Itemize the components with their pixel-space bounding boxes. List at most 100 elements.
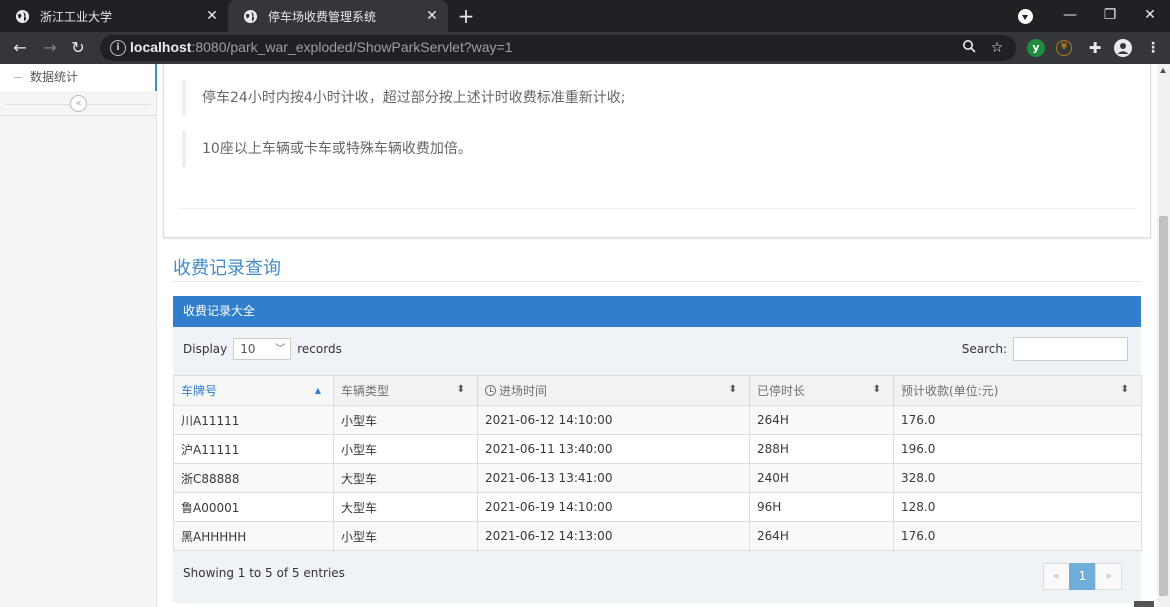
scroll-up-arrow-icon[interactable] [1160,68,1166,73]
table-info: Showing 1 to 5 of 5 entries [183,566,345,580]
fee-rules-panel: 停车24小时内按4小时计收，超过部分按上述计时收费标准重新计收; 10座以上车辆… [163,64,1151,238]
browser-tab-parking[interactable]: 停车场收费管理系统 ✕ [228,0,448,32]
extension-coin-icon[interactable]: ¥ [1056,40,1072,56]
records-label: records [297,342,342,356]
sort-asc-icon: ▲ [314,386,321,395]
search-label: Search: [961,342,1007,356]
cell-duration: 264H [749,521,894,551]
cell-vehicle-type: 小型车 [333,521,478,551]
records-widget: 收费记录大全 Display 10 ﹀ records Search: 车牌号 … [173,296,1142,603]
window-close-icon[interactable]: ✕ [1130,0,1170,32]
page-size-select[interactable]: 10 ﹀ [233,338,292,360]
close-tab-icon[interactable]: ✕ [424,8,440,24]
cell-fee: 128.0 [893,492,1142,522]
tab-search-icon[interactable] [1018,9,1033,24]
cell-entry-time: 2021-06-11 13:40:00 [477,434,750,464]
column-header-vehicle-type[interactable]: 车辆类型 ⬍ [333,375,478,406]
cell-plate: 浙C88888 [173,463,334,493]
cell-duration: 240H [749,463,894,493]
cell-fee: 176.0 [893,405,1142,435]
cell-fee: 176.0 [893,521,1142,551]
cell-fee: 196.0 [893,434,1142,464]
cell-duration: 288H [749,434,894,464]
scrollbar-thumb[interactable] [1159,216,1168,596]
profile-avatar-icon[interactable] [1114,39,1132,57]
section-divider [173,281,1141,282]
pagination-next-button[interactable]: » [1095,563,1122,590]
back-arrow-icon[interactable]: ← [10,38,30,58]
cell-entry-time: 2021-06-12 14:10:00 [477,405,750,435]
column-header-duration[interactable]: 已停时长 ⬍ [749,375,894,406]
sidebar-item-statistics[interactable]: 数据统计 [0,64,157,91]
panel-divider [178,208,1136,209]
chevron-down-icon: ﹀ [275,344,286,355]
cell-plate: 黑AHHHHH [173,521,334,551]
search-input[interactable] [1013,337,1128,361]
main-content: 停车24小时内按4小时计收，超过部分按上述计时收费标准重新计收; 10座以上车辆… [157,64,1157,607]
table-row: 川A11111 小型车 2021-06-12 14:10:00 264H 176… [173,405,1142,435]
fee-rule-large-vehicle: 10座以上车辆或卡车或特殊车辆收费加倍。 [182,131,472,167]
extensions-puzzle-icon[interactable]: ✚ [1086,39,1104,57]
globe-icon [242,8,258,24]
cell-entry-time: 2021-06-19 14:10:00 [477,492,750,522]
pagination-prev-button[interactable]: « [1043,563,1070,590]
clock-icon [485,385,496,396]
table-row: 黑AHHHHH 小型车 2021-06-12 14:13:00 264H 176… [173,521,1142,551]
cell-plate: 沪A11111 [173,434,334,464]
sidebar-item-label: 数据统计 [30,70,79,84]
address-bar[interactable]: i localhost:8080/park_war_exploded/ShowP… [100,35,1016,61]
cell-fee: 328.0 [893,463,1142,493]
cell-plate: 鲁A00001 [173,492,334,522]
pagination-page-1[interactable]: 1 [1069,563,1096,590]
column-header-plate[interactable]: 车牌号 ▲ [173,375,334,406]
sort-both-icon: ⬍ [872,384,881,395]
sort-both-icon: ⬍ [728,384,737,395]
cell-vehicle-type: 大型车 [333,463,478,493]
cell-entry-time: 2021-06-13 13:41:00 [477,463,750,493]
fee-rule-24h: 停车24小时内按4小时计收，超过部分按上述计时收费标准重新计收; [182,80,625,116]
bookmark-star-icon[interactable]: ☆ [988,39,1006,57]
minimize-icon[interactable]: — [1050,0,1090,32]
browser-tab-title: 停车场收费管理系统 [268,9,377,24]
records-table: 车牌号 ▲ 车辆类型 ⬍ 进场时间 ⬍ 已停时长 ⬍ 预计收款(单位:元) ⬍ 川A111… [173,375,1142,551]
new-tab-plus-icon[interactable]: + [456,6,476,26]
table-row: 浙C88888 大型车 2021-06-13 13:41:00 240H 328… [173,463,1142,493]
table-row: 沪A11111 小型车 2021-06-11 13:40:00 288H 196… [173,434,1142,464]
reload-icon[interactable]: ↻ [68,38,88,58]
browser-toolbar: ← → ↻ i localhost:8080/park_war_exploded… [0,32,1170,64]
page-scrollbar[interactable] [1157,64,1170,607]
column-header-entry-time[interactable]: 进场时间 ⬍ [477,375,750,406]
globe-icon [14,8,30,24]
cell-vehicle-type: 大型车 [333,492,478,522]
cell-duration: 96H [749,492,894,522]
records-widget-header: 收费记录大全 [173,296,1141,327]
back-to-top-button[interactable] [1134,601,1154,607]
menu-kebab-icon[interactable]: ⋮ [1144,39,1162,57]
cell-vehicle-type: 小型车 [333,434,478,464]
site-info-icon[interactable]: i [110,40,126,56]
page-section-title: 收费记录查询 [173,258,281,279]
pagination: « 1 » [1043,563,1122,590]
cell-duration: 264H [749,405,894,435]
restore-icon[interactable]: ❐ [1090,0,1130,32]
extension-y-icon[interactable]: y [1027,39,1045,57]
cell-entry-time: 2021-06-12 14:13:00 [477,521,750,551]
zoom-search-icon[interactable] [960,39,978,57]
column-header-fee[interactable]: 预计收款(单位:元) ⬍ [893,375,1142,406]
table-row: 鲁A00001 大型车 2021-06-19 14:10:00 96H 128.… [173,492,1142,522]
page-length-control: Display 10 ﹀ records [183,338,342,360]
forward-arrow-icon[interactable]: → [40,38,60,58]
double-chevron-left-icon[interactable]: « [70,95,87,112]
close-tab-icon[interactable]: ✕ [204,8,220,24]
sidebar-collapse-row: « [0,92,157,116]
browser-tab-bar: 浙江工业大学 ✕ 停车场收费管理系统 ✕ + — ❐ ✕ [0,0,1170,32]
browser-tab-title: 浙江工业大学 [40,9,113,24]
tree-branch-line [14,77,22,78]
sort-both-icon: ⬍ [456,384,465,395]
cell-plate: 川A11111 [173,405,334,435]
page-viewport: 数据统计 « 停车24小时内按4小时计收，超过部分按上述计时收费标准重新计收; … [0,64,1170,607]
table-search-control: Search: [962,337,1128,361]
sidebar: 数据统计 « [0,64,157,607]
display-label: Display [183,342,228,356]
browser-tab-zjut[interactable]: 浙江工业大学 ✕ [0,0,228,32]
